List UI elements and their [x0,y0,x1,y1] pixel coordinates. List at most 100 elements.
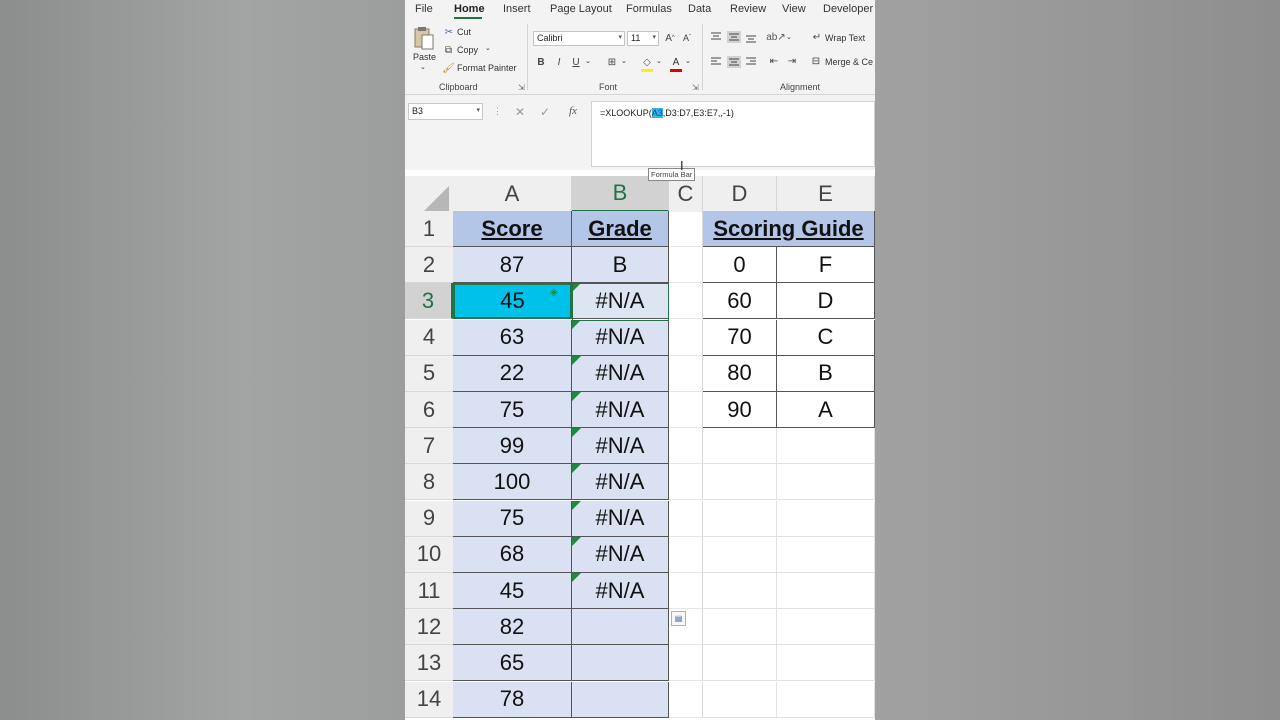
cell-a7[interactable]: 99 [453,428,572,465]
cell-b6[interactable]: #N/A [572,392,669,428]
insert-function-icon[interactable]: fx [569,105,577,117]
row-header-3[interactable]: 3 [405,283,453,320]
row-header-8[interactable]: 8 [405,464,453,501]
select-all-button[interactable] [405,176,454,212]
dialog-launcher-icon[interactable]: ⇲ [518,83,525,92]
align-bottom-icon[interactable] [745,33,757,43]
cell-c2[interactable] [669,247,703,284]
row-header-9[interactable]: 9 [405,500,453,537]
underline-button[interactable]: U [571,56,581,68]
cell-d5[interactable]: 80 [703,355,777,392]
cancel-icon[interactable]: ✕ [515,105,525,119]
tab-view[interactable]: View [782,3,806,15]
row-header-7[interactable]: 7 [405,428,453,465]
cell-a10[interactable]: 68 [453,536,572,573]
paste-options-icon[interactable]: ▤ [671,611,686,626]
font-size-select[interactable]: 11 ▾ [627,31,659,46]
cell-e14[interactable] [777,681,875,718]
cell-d14[interactable] [703,681,777,718]
align-left-icon[interactable] [710,57,722,67]
cell-e10[interactable] [777,536,875,573]
name-box[interactable]: B3 ▾ [408,103,483,120]
row-header-14[interactable]: 14 [405,681,453,718]
align-right-icon[interactable] [745,57,757,67]
bold-button[interactable]: B [536,56,546,68]
cell-d9[interactable] [703,500,777,537]
font-color-icon[interactable]: A [670,55,682,72]
cell-e3[interactable]: D [777,283,875,320]
cell-e6[interactable]: A [777,392,875,428]
cell-e8[interactable] [777,464,875,501]
orientation-icon[interactable]: ab↗ [766,31,786,43]
cell-b2[interactable]: B [572,247,669,284]
enter-icon[interactable]: ✓ [540,105,550,119]
cell-c3[interactable] [669,283,703,320]
tab-insert[interactable]: Insert [503,3,531,15]
cell-a2[interactable]: 87 [453,247,572,284]
cell-a6[interactable]: 75 [453,392,572,428]
column-header-c[interactable]: C [669,176,703,212]
cell-d12[interactable] [703,609,777,646]
row-header-4[interactable]: 4 [405,319,453,356]
cell-e7[interactable] [777,428,875,465]
cell-c8[interactable] [669,464,703,501]
decrease-indent-icon[interactable]: ⇤ [768,55,780,67]
tab-formulas[interactable]: Formulas [626,3,672,15]
increase-font-icon[interactable]: A ^ [664,32,676,44]
cell-e13[interactable] [777,645,875,682]
cell-e2[interactable]: F [777,247,875,284]
cell-c9[interactable] [669,500,703,537]
cell-b13[interactable] [572,645,669,682]
row-header-6[interactable]: 6 [405,392,453,428]
cell-a12[interactable]: 82 [453,609,572,646]
row-header-11[interactable]: 11 [405,573,453,609]
error-warning-icon[interactable]: ◈ [548,286,560,298]
cell-c5[interactable] [669,355,703,392]
tab-developer[interactable]: Developer [823,3,873,15]
cell-d8[interactable] [703,464,777,501]
cell-d11[interactable] [703,573,777,609]
column-header-e[interactable]: E [777,176,875,212]
formula-input[interactable]: =XLOOKUP(A3,D3:D7,E3:E7,,-1) [591,101,875,167]
cell-a5[interactable]: 22 [453,355,572,392]
wrap-text-button[interactable]: Wrap Text [825,33,865,43]
cell-b14[interactable] [572,681,669,718]
cell-b9[interactable]: #N/A [572,500,669,537]
dialog-launcher-icon[interactable]: ⇲ [692,83,699,92]
italic-button[interactable]: I [554,56,564,68]
row-header-1[interactable]: 1 [405,211,453,247]
cell-c7[interactable] [669,428,703,465]
copy-button[interactable]: Copy [457,45,478,55]
row-header-13[interactable]: 13 [405,645,453,682]
tab-data[interactable]: Data [688,3,711,15]
cell-b10[interactable]: #N/A [572,536,669,573]
cell-d10[interactable] [703,536,777,573]
cell-c1[interactable] [669,211,703,247]
row-header-2[interactable]: 2 [405,247,453,284]
cell-e9[interactable] [777,500,875,537]
cell-e12[interactable] [777,609,875,646]
cut-button[interactable]: Cut [457,27,471,37]
cell-b11[interactable]: #N/A [572,573,669,609]
cell-d6[interactable]: 90 [703,392,777,428]
cell-d7[interactable] [703,428,777,465]
font-name-select[interactable]: Calibri ▾ [533,31,625,46]
align-middle-icon[interactable] [727,31,741,43]
cell-a13[interactable]: 65 [453,645,572,682]
cell-a8[interactable]: 100 [453,464,572,501]
cell-d1-merged[interactable]: Scoring Guide [703,211,875,247]
cell-e11[interactable] [777,573,875,609]
cell-a14[interactable]: 78 [453,681,572,718]
cell-a4[interactable]: 63 [453,319,572,356]
cell-c10[interactable] [669,536,703,573]
column-header-d[interactable]: D [703,176,777,212]
cell-a1[interactable]: Score [453,211,572,247]
cell-b1[interactable]: Grade [572,211,669,247]
tab-file[interactable]: File [415,3,433,15]
format-painter-button[interactable]: Format Painter [457,63,517,73]
cell-b8[interactable]: #N/A [572,464,669,501]
cell-d4[interactable]: 70 [703,319,777,356]
cell-c6[interactable] [669,392,703,428]
paste-button[interactable]: Paste ⌄ [411,26,437,74]
tab-page-layout[interactable]: Page Layout [550,3,612,15]
